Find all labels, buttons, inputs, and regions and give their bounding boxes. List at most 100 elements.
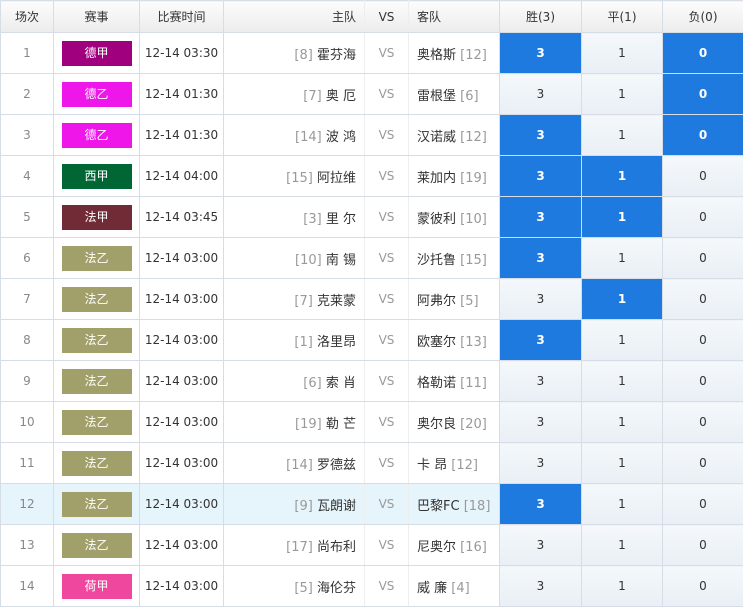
draw-option[interactable]: 1 [581,155,663,197]
draw-option[interactable]: 1 [581,524,663,566]
lose-option[interactable]: 0 [662,319,743,361]
draw-option[interactable]: 1 [581,442,663,484]
home-team[interactable]: 海伦芬 [317,581,356,596]
home-team[interactable]: 尚布利 [317,540,356,555]
home-team[interactable]: 奥 厄 [326,89,356,104]
win-option[interactable]: 3 [499,32,582,74]
lose-option[interactable]: 0 [662,524,743,566]
away-rank: [12] [451,457,478,473]
away-team[interactable]: 卡 昂 [417,458,447,473]
table-row: 9 法乙 12-14 03:00 [6] 索 肖 VS 格勒诺 [11] 3 1 0 [0,360,743,402]
away-team[interactable]: 欧塞尔 [417,335,456,350]
lose-option[interactable]: 0 [662,155,743,197]
away-team[interactable]: 莱加内 [417,171,456,186]
home-rank: [9] [294,498,313,514]
win-option[interactable]: 3 [499,524,582,566]
league-badge[interactable]: 法乙 [61,532,132,558]
match-time: 12-14 03:00 [139,401,224,443]
away-team[interactable]: 沙托鲁 [417,253,456,268]
draw-option[interactable]: 1 [581,565,663,607]
draw-option[interactable]: 1 [581,196,663,238]
win-option[interactable]: 3 [499,565,582,607]
lose-option[interactable]: 0 [662,73,743,115]
league-badge[interactable]: 德乙 [61,122,132,148]
lose-option[interactable]: 0 [662,360,743,402]
home-team[interactable]: 波 鸿 [326,130,356,145]
league-badge[interactable]: 荷甲 [61,573,132,599]
lose-option[interactable]: 0 [662,565,743,607]
win-option[interactable]: 3 [499,196,582,238]
vs-label: VS [364,114,409,156]
lose-option[interactable]: 0 [662,483,743,525]
draw-option[interactable]: 1 [581,114,663,156]
match-time: 12-14 01:30 [139,114,224,156]
away-team[interactable]: 威 廉 [417,581,447,596]
away-team[interactable]: 巴黎FC [417,499,460,514]
win-option[interactable]: 3 [499,360,582,402]
win-option[interactable]: 3 [499,278,582,320]
lose-option[interactable]: 0 [662,442,743,484]
draw-option[interactable]: 1 [581,237,663,279]
win-option[interactable]: 3 [499,401,582,443]
home-team[interactable]: 索 肖 [326,376,356,391]
lose-option[interactable]: 0 [662,401,743,443]
league-badge[interactable]: 法乙 [61,245,132,271]
league-badge[interactable]: 法乙 [61,409,132,435]
home-team[interactable]: 瓦朗谢 [317,499,356,514]
home-team[interactable]: 霍芬海 [317,48,356,63]
lose-option[interactable]: 0 [662,196,743,238]
league-badge[interactable]: 法乙 [61,286,132,312]
header-round: 场次 [0,0,54,33]
league-badge[interactable]: 德乙 [61,81,132,107]
win-option[interactable]: 3 [499,155,582,197]
home-team[interactable]: 克莱蒙 [317,294,356,309]
league-badge[interactable]: 法乙 [61,368,132,394]
lose-option[interactable]: 0 [662,278,743,320]
away-team[interactable]: 雷根堡 [417,89,456,104]
win-option[interactable]: 3 [499,114,582,156]
away-team-cell: 卡 昂 [12] [408,442,500,484]
draw-option[interactable]: 1 [581,278,663,320]
away-team[interactable]: 阿弗尔 [417,294,456,309]
away-team[interactable]: 奥格斯 [417,48,456,63]
away-team[interactable]: 尼奥尔 [417,540,456,555]
home-team[interactable]: 勒 芒 [326,417,356,432]
win-option[interactable]: 3 [499,237,582,279]
league-badge[interactable]: 法乙 [61,450,132,476]
away-team[interactable]: 汉诺威 [417,130,456,145]
away-team[interactable]: 格勒诺 [417,376,456,391]
league-cell: 法甲 [53,196,140,238]
lose-option[interactable]: 0 [662,32,743,74]
league-badge[interactable]: 法乙 [61,491,132,517]
away-team[interactable]: 奥尔良 [417,417,456,432]
win-option[interactable]: 3 [499,73,582,115]
home-team[interactable]: 南 锡 [326,253,356,268]
win-option[interactable]: 3 [499,319,582,361]
table-row: 1 德甲 12-14 03:30 [8] 霍芬海 VS 奥格斯 [12] 3 1 0 [0,32,743,74]
lose-option[interactable]: 0 [662,237,743,279]
draw-option[interactable]: 1 [581,483,663,525]
lose-option[interactable]: 0 [662,114,743,156]
league-cell: 西甲 [53,155,140,197]
league-cell: 法乙 [53,524,140,566]
league-badge[interactable]: 德甲 [61,40,132,66]
table-row: 8 法乙 12-14 03:00 [1] 洛里昂 VS 欧塞尔 [13] 3 1 0 [0,319,743,361]
away-team-cell: 格勒诺 [11] [408,360,500,402]
draw-option[interactable]: 1 [581,32,663,74]
vs-label: VS [364,524,409,566]
win-option[interactable]: 3 [499,483,582,525]
home-team[interactable]: 罗德兹 [317,458,356,473]
draw-option[interactable]: 1 [581,401,663,443]
home-team[interactable]: 里 尔 [326,212,356,227]
home-team[interactable]: 阿拉维 [317,171,356,186]
league-badge[interactable]: 法乙 [61,327,132,353]
home-team[interactable]: 洛里昂 [317,335,356,350]
match-rows: 1 德甲 12-14 03:30 [8] 霍芬海 VS 奥格斯 [12] 3 1 0 2 德乙 12-… [0,32,743,607]
league-badge[interactable]: 西甲 [61,163,132,189]
away-team[interactable]: 蒙彼利 [417,212,456,227]
draw-option[interactable]: 1 [581,319,663,361]
draw-option[interactable]: 1 [581,360,663,402]
league-badge[interactable]: 法甲 [61,204,132,230]
draw-option[interactable]: 1 [581,73,663,115]
win-option[interactable]: 3 [499,442,582,484]
